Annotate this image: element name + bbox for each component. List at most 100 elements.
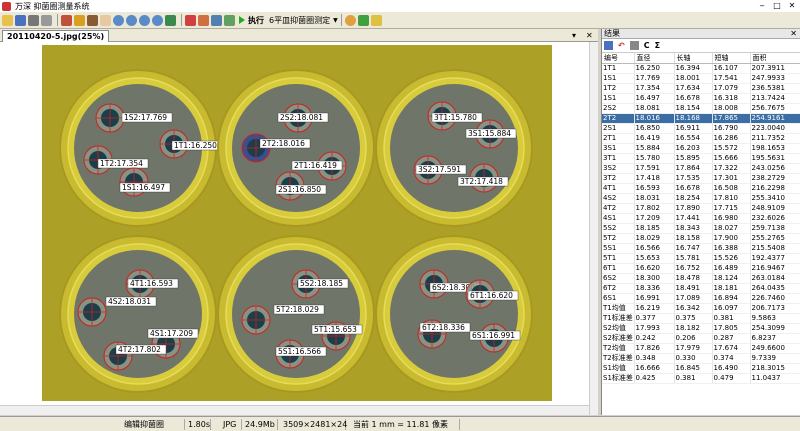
help-icon[interactable] — [370, 14, 382, 26]
horizontal-scrollbar[interactable] — [0, 405, 589, 415]
play-icon — [239, 16, 245, 24]
table-row[interactable]: 2S2 18.081 18.154 18.008 256.7675 — [602, 103, 800, 114]
status-empty — [462, 419, 800, 430]
table-row[interactable]: S2标准差 0.242 0.206 0.287 6.8237 — [602, 333, 800, 344]
flag-icon[interactable] — [185, 14, 196, 26]
pencil-icon[interactable] — [74, 14, 85, 26]
hand-icon[interactable] — [100, 14, 111, 26]
maximize-button[interactable]: □ — [771, 1, 783, 11]
print-icon[interactable] — [41, 14, 52, 26]
swap-icon[interactable] — [211, 14, 222, 26]
table-cell: 216.2298 — [750, 183, 800, 194]
vertical-scrollbar[interactable] — [589, 42, 598, 415]
zoom-fit-icon[interactable] — [139, 14, 150, 26]
edit-icon[interactable] — [61, 14, 72, 26]
table-cell: 15.780 — [634, 153, 675, 164]
table-row[interactable]: S1标准差 0.425 0.381 0.479 11.0437 — [602, 373, 800, 384]
grid-icon[interactable] — [165, 14, 176, 26]
clear-button[interactable]: C — [644, 41, 650, 50]
camera-icon[interactable] — [28, 14, 39, 26]
table-cell: 18.008 — [712, 103, 751, 114]
table-cell: 16.620 — [634, 263, 675, 274]
check-icon[interactable] — [357, 14, 369, 26]
column-header[interactable]: 编号 — [602, 53, 635, 64]
panel-close-icon[interactable]: ✕ — [790, 29, 797, 39]
table-cell: T1标准差 — [602, 313, 635, 324]
table-row[interactable]: 1S1 16.497 16.678 16.318 213.7424 — [602, 93, 800, 104]
status-format: JPG — [220, 419, 242, 430]
table-cell: 16.894 — [712, 293, 751, 304]
table-row[interactable]: T1标准差 0.377 0.375 0.381 9.5863 — [602, 313, 800, 324]
table-row[interactable]: 4T1 16.593 16.678 16.508 216.2298 — [602, 183, 800, 194]
table-row[interactable]: 4T2 17.802 17.890 17.715 248.9109 — [602, 203, 800, 214]
export-icon[interactable] — [629, 41, 639, 50]
table-row[interactable]: 1T2 17.354 17.634 17.079 236.5381 — [602, 83, 800, 94]
table-row[interactable]: 3T2 17.418 17.535 17.301 238.2729 — [602, 173, 800, 184]
table-row[interactable]: 1T1 16.250 16.394 16.107 207.3911 — [602, 63, 800, 74]
table-row[interactable]: 2T2 18.016 18.168 17.865 254.9161 — [602, 113, 800, 124]
table-row[interactable]: T1均值 16.219 16.342 16.097 206.7173 — [602, 303, 800, 314]
execute-button[interactable]: 执行 — [239, 15, 264, 26]
table-row[interactable]: 4S2 18.031 18.254 17.810 255.3410 — [602, 193, 800, 204]
table-row[interactable]: 3T1 15.780 15.895 15.666 195.5631 — [602, 153, 800, 164]
undo-icon[interactable]: ↶ — [618, 41, 625, 50]
table-row[interactable]: 5S1 16.566 16.747 16.388 215.5408 — [602, 243, 800, 254]
column-header[interactable]: 长轴 — [674, 53, 713, 64]
table-cell: 17.715 — [712, 203, 751, 214]
brush-icon[interactable] — [87, 14, 98, 26]
sum-button[interactable]: Σ — [655, 41, 660, 50]
measurement-label: 3T2:17.418 — [460, 177, 503, 186]
zoom-actual-icon[interactable] — [152, 14, 163, 26]
column-header[interactable]: 直径 — [634, 53, 675, 64]
table-cell: 216.9467 — [750, 263, 800, 274]
tab-list-icon[interactable]: ▾ — [572, 30, 576, 41]
table-row[interactable]: 5T1 15.653 15.781 15.526 192.4377 — [602, 253, 800, 264]
table-row[interactable]: 6T1 16.620 16.752 16.489 216.9467 — [602, 263, 800, 274]
table-cell: 16.911 — [674, 123, 713, 134]
open-icon[interactable] — [2, 14, 13, 26]
document-tab[interactable]: 20110420-5.jpg(25%) — [2, 30, 110, 42]
table-row[interactable]: 5T2 18.029 18.158 17.900 255.2765 — [602, 233, 800, 244]
column-header[interactable]: 短轴 — [712, 53, 751, 64]
table-cell: 6S2 — [602, 273, 635, 284]
close-button[interactable]: ✕ — [786, 1, 798, 11]
table-cell: 17.354 — [634, 83, 675, 94]
image-icon[interactable] — [224, 14, 235, 26]
table-cell: 16.980 — [712, 213, 751, 224]
table-cell: 4T2 — [602, 203, 635, 214]
table-cell: 264.0435 — [750, 283, 800, 294]
column-header[interactable]: 面积 — [750, 53, 800, 64]
measurement-label: 1T2:17.354 — [100, 159, 143, 168]
table-row[interactable]: 2S1 16.850 16.911 16.790 223.0040 — [602, 123, 800, 134]
table-row[interactable]: 5S2 18.185 18.343 18.027 259.7138 — [602, 223, 800, 234]
table-row[interactable]: T2均值 17.826 17.979 17.674 249.6600 — [602, 343, 800, 354]
table-row[interactable]: 4S1 17.209 17.441 16.980 232.6026 — [602, 213, 800, 224]
table-row[interactable]: S2均值 17.993 18.182 17.805 254.3099 — [602, 323, 800, 334]
table-row[interactable]: 6T2 18.336 18.491 18.181 264.0435 — [602, 283, 800, 294]
mode-dropdown[interactable]: 6平皿抑菌圈测定 ▼ — [269, 15, 338, 26]
table-row[interactable]: 6S2 18.300 18.478 18.124 263.0184 — [602, 273, 800, 284]
zoom-in-icon[interactable] — [113, 14, 124, 26]
table-cell: 192.4377 — [750, 253, 800, 264]
tab-close-icon[interactable]: ✕ — [586, 30, 593, 41]
plate-image[interactable]: 1S2:17.769 1T2:17.354 1T1:16.250 1S1:16.497… — [0, 42, 598, 415]
table-row[interactable]: 6S1 16.991 17.089 16.894 226.7460 — [602, 293, 800, 304]
table-row[interactable]: 2T1 16.419 16.554 16.286 211.7352 — [602, 133, 800, 144]
table-row[interactable]: 3S2 17.591 17.864 17.322 243.0256 — [602, 163, 800, 174]
table-cell: 15.884 — [634, 143, 675, 154]
table-row[interactable]: 1S1 17.769 18.001 17.541 247.9933 — [602, 73, 800, 84]
settings-icon[interactable] — [344, 14, 356, 26]
zoom-out-icon[interactable] — [126, 14, 137, 26]
table-cell: 1S1 — [602, 73, 635, 84]
minimize-button[interactable]: ‒ — [756, 1, 768, 11]
flag2-icon[interactable] — [198, 14, 209, 26]
table-cell: 6S1 — [602, 293, 635, 304]
save-icon[interactable] — [15, 14, 26, 26]
table-cell: 17.979 — [674, 343, 713, 354]
table-row[interactable]: T2标准差 0.348 0.330 0.374 9.7339 — [602, 353, 800, 364]
table-cell: 18.154 — [674, 103, 713, 114]
image-view[interactable]: 1S2:17.769 1T2:17.354 1T1:16.250 1S1:16.497… — [0, 42, 598, 415]
table-edit-icon[interactable] — [604, 41, 613, 50]
table-row[interactable]: 3S1 15.884 16.203 15.572 198.1653 — [602, 143, 800, 154]
table-row[interactable]: S1均值 16.666 16.845 16.490 218.3015 — [602, 363, 800, 374]
